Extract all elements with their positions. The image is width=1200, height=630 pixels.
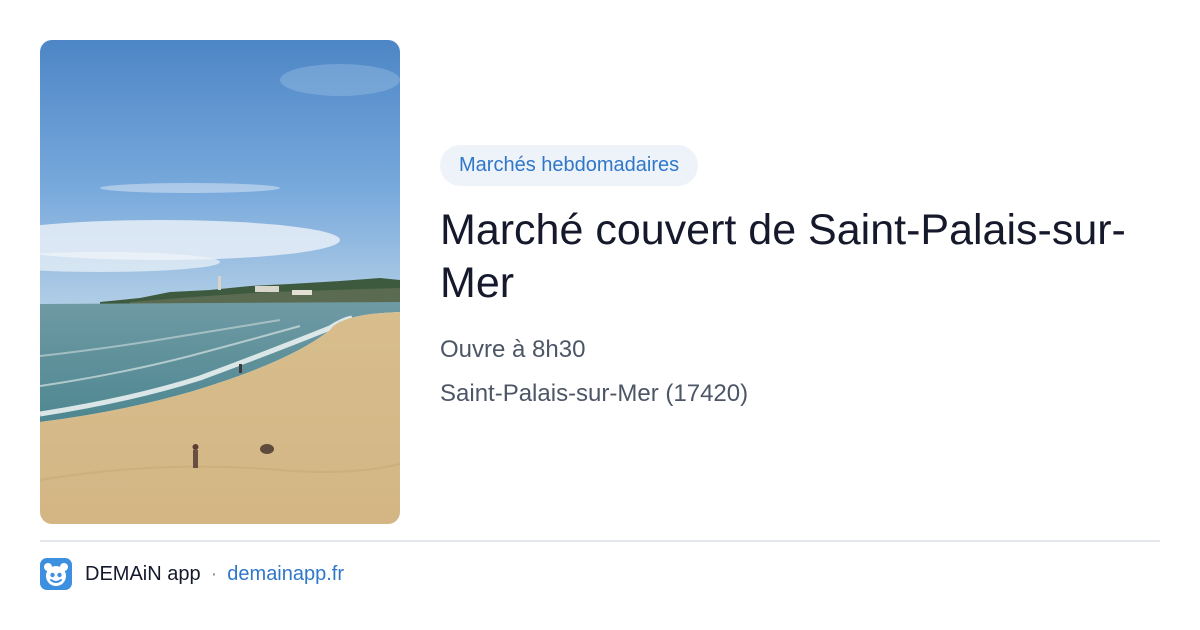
- app-domain-link[interactable]: demainapp.fr: [227, 563, 344, 586]
- category-tag[interactable]: Marchés hebdomadaires: [440, 145, 699, 186]
- app-name: DEMAiN app: [85, 562, 201, 585]
- market-title: Marché couvert de Saint-Palais-sur-Mer: [440, 206, 1126, 307]
- footer: DEMAiN app · demainapp.fr: [40, 558, 344, 590]
- demain-app-icon: [40, 558, 72, 590]
- beach-photo: [40, 40, 400, 524]
- opening-hours: Ouvre à 8h30: [440, 336, 586, 363]
- market-location: Saint-Palais-sur-Mer (17420): [440, 380, 749, 407]
- divider: [40, 540, 1160, 542]
- footer-separator: ·: [210, 562, 218, 585]
